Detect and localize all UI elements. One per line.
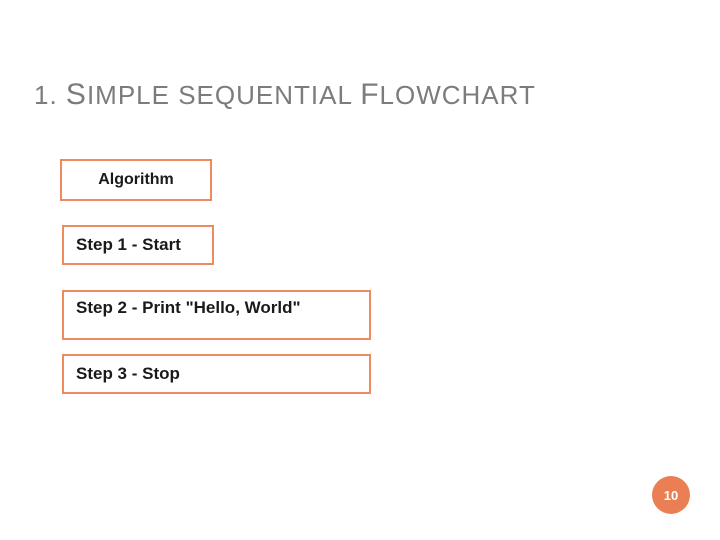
title-prefix: 1. — [34, 80, 66, 110]
algorithm-header-label: Algorithm — [98, 171, 174, 189]
algorithm-step-label: Step 1 - Start — [76, 235, 181, 255]
title-word3-rest: LOWCHART — [380, 80, 536, 110]
algorithm-header-box: Algorithm — [60, 159, 212, 201]
algorithm-step-box: Step 3 - Stop — [62, 354, 371, 394]
slide: 1. SIMPLE SEQUENTIAL FLOWCHART Algorithm… — [0, 0, 720, 540]
algorithm-step-label: Step 2 - Print "Hello, World" — [76, 298, 301, 318]
algorithm-step-box: Step 1 - Start — [62, 225, 214, 265]
page-number: 10 — [664, 488, 678, 503]
title-word1-first: S — [66, 78, 87, 111]
title-word2: SEQUENTIAL — [178, 80, 352, 110]
algorithm-step-label: Step 3 - Stop — [76, 364, 180, 384]
top-whitespace — [0, 0, 720, 70]
page-number-badge: 10 — [652, 476, 690, 514]
title-word1-rest: IMPLE — [87, 80, 170, 110]
algorithm-step-box: Step 2 - Print "Hello, World" — [62, 290, 371, 340]
slide-title: 1. SIMPLE SEQUENTIAL FLOWCHART — [34, 78, 536, 112]
title-word3-first: F — [360, 78, 379, 111]
